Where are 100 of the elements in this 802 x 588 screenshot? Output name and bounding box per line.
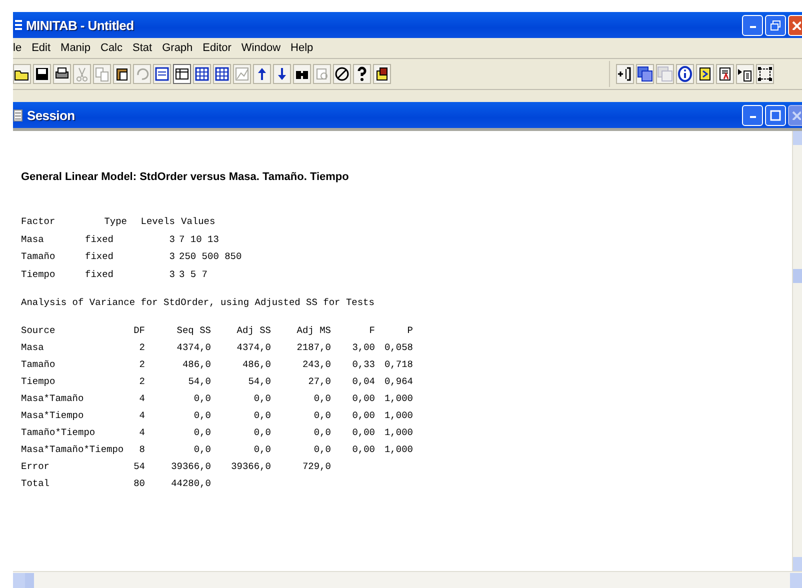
table-cell-text: 0,0 [252,392,271,406]
maximize-button[interactable] [765,104,786,126]
insert-tool-button[interactable] [736,64,754,84]
table-cell-text: 0,0 [312,426,331,440]
note-tool-button[interactable] [696,64,714,84]
minimize-button[interactable] [742,14,763,36]
table-cell-text: 54,0 [247,375,271,389]
column-header: Source [21,324,56,338]
scissors-icon [74,66,90,82]
table-cell-text: 3 [168,250,175,264]
column-header: Values [180,215,216,230]
table-cell-text: 2187,0 [296,341,331,355]
menu-item[interactable]: le [13,42,27,54]
bracket-icon [617,66,633,82]
table-cell-text: 0,0 [192,426,211,440]
frame-tool-button[interactable] [756,64,774,84]
session-tool-button[interactable] [153,64,171,84]
report-icon [717,66,733,82]
table-cell-text: 0,04 [351,375,375,389]
table-cell-text: 54,0 [187,375,211,389]
cancel-icon [334,66,350,82]
table-cell-text: 0,058 [383,341,413,355]
minimize-button[interactable] [742,104,763,126]
print-tool-button[interactable] [53,64,71,84]
paste-tool-button[interactable] [113,64,131,84]
table-cell-text: Tamaño [21,358,56,372]
table-cell-text: 0,718 [383,358,413,372]
worksheet-icon [174,66,190,82]
horizontal-scrollbar[interactable] [13,571,802,588]
maximize-icon [770,110,781,120]
table-cell-text: 0,0 [192,443,211,457]
table-cell-text: 3 [168,268,175,282]
table-cell-text: 0,0 [252,443,271,457]
output-line: Analysis of Variance for StdOrder, using Adjusted SS for Tests [21,297,374,308]
menu-item[interactable]: Window [236,42,286,54]
table-cell-text: Masa [21,232,45,247]
up-tool-button[interactable] [253,64,271,84]
grid-icon [194,66,210,82]
report-tool-button[interactable] [716,64,734,84]
session-icon [13,108,23,122]
menu-item[interactable]: Editor [198,42,236,54]
cancel-tool-button[interactable] [333,64,351,84]
table-cell-text: Masa*Tiempo [21,409,85,423]
exit-tool-button[interactable] [373,64,391,84]
column-header: Levels [140,215,175,230]
graph-icon [234,66,250,82]
table-cell-text: 250 500 850 [178,250,242,264]
close-button[interactable] [788,104,802,126]
menu-item[interactable]: Help [286,42,318,54]
grid-tool-button[interactable] [193,64,211,84]
menu-item[interactable]: Graph [157,42,198,54]
column-header: Adj SS [236,324,271,338]
down-tool-button[interactable] [273,64,291,84]
column-header: Adj MS [296,324,331,338]
find-page-icon [314,66,330,82]
help-tool-button[interactable] [353,64,371,84]
grid-tool-button[interactable] [213,64,231,84]
close-icon [790,20,800,30]
vertical-scrollbar[interactable] [792,131,802,571]
open-tool-button[interactable] [13,64,31,84]
undo-icon [134,66,150,82]
table-cell-text: 1,000 [383,409,413,423]
menu-item[interactable]: Manip [56,42,96,54]
table-cell-text: 2 [138,375,145,389]
table-cell-text: 0,00 [351,392,375,406]
close-icon [790,110,800,120]
find-tool-button[interactable] [293,64,311,84]
table-cell-text: 243,0 [301,358,331,372]
table-cell-text: 0,0 [312,409,331,423]
note-icon [697,66,713,82]
windows-icon [637,66,653,82]
table-cell-text: Total [21,477,51,491]
restore-button[interactable] [765,14,786,36]
info-tool-button[interactable] [676,64,694,84]
bracket-tool-button[interactable] [616,64,634,84]
worksheet-tool-button[interactable] [173,64,191,84]
save-tool-button[interactable] [33,64,51,84]
column-header: DF [132,324,145,338]
table-cell-text: 8 [138,443,145,457]
table-cell-text: fixed [85,232,115,247]
table-cell-text: 3 [168,232,175,247]
menu-item[interactable]: Edit [26,42,56,54]
table-cell-text: 44280,0 [170,477,211,491]
column-header: Type [103,215,127,230]
window-title: MINITAB - Untitled [26,18,134,32]
table-cell-text: 0,0 [312,443,331,457]
table-cell-text: 0,33 [351,358,375,372]
menu-item[interactable]: Stat [128,42,158,54]
menu-item[interactable]: Calc [96,42,128,54]
table-cell-text: 54 [132,460,145,474]
table-cell-text: 1,000 [383,426,413,440]
table-cell-text: 2 [138,341,145,355]
table-cell-text: 2 [138,358,145,372]
table-cell-text: 3 5 7 [178,268,209,282]
windows-tool-button[interactable] [636,64,654,84]
table-cell-text: Error [21,460,51,474]
table-cell-text: Tiempo [21,375,56,389]
grid-icon [214,66,230,82]
table-cell-text: fixed [85,250,115,264]
session-title: Session [27,108,75,122]
